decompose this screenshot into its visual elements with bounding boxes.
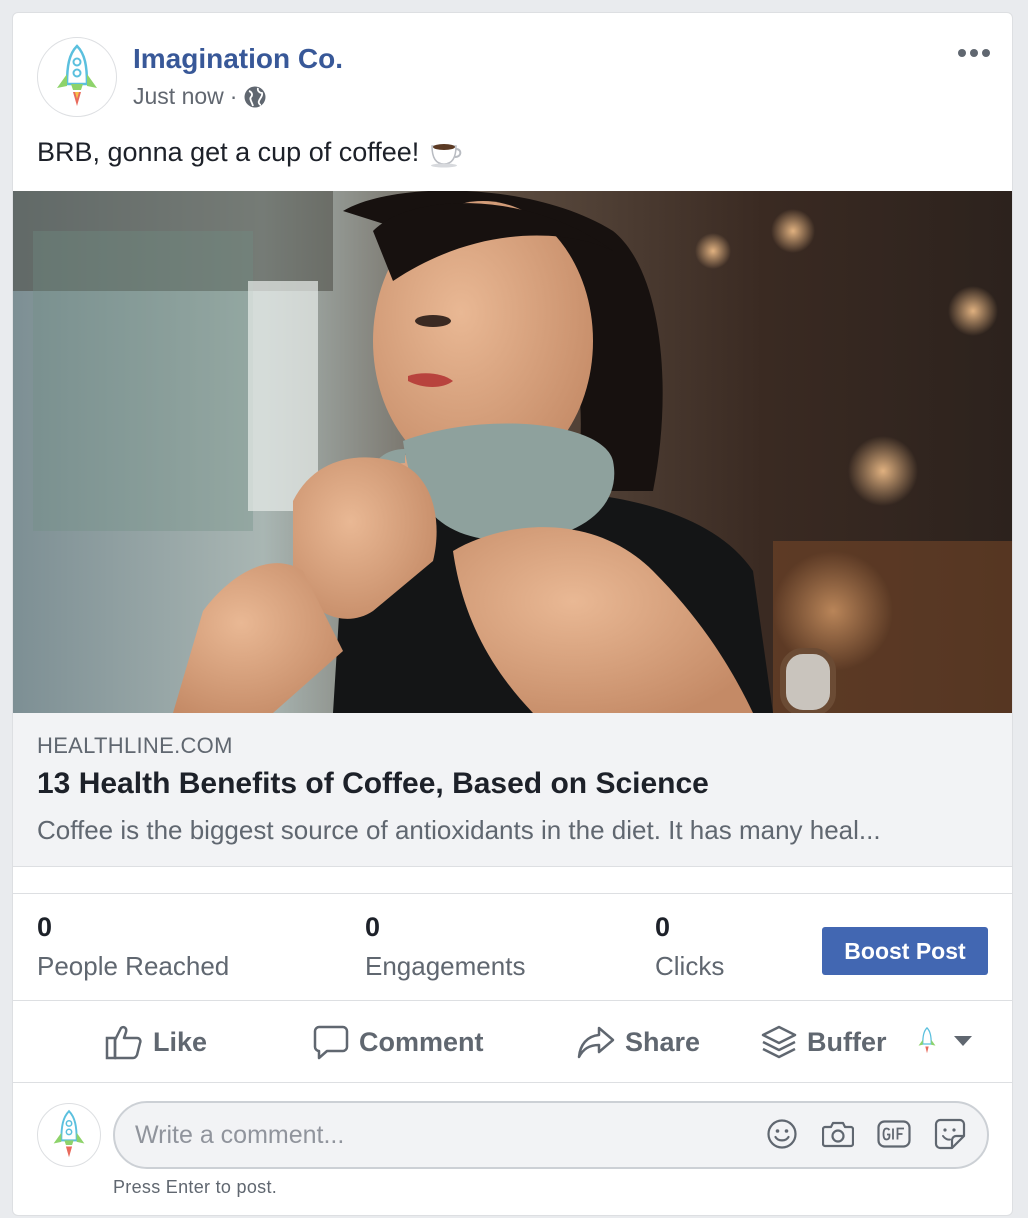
thumbs-up-icon — [105, 1025, 142, 1060]
meta-separator: · — [229, 83, 238, 109]
like-button[interactable]: Like — [105, 1001, 207, 1083]
emoji-button[interactable] — [765, 1117, 799, 1151]
post-actions: Like Comment Share Buffer — [13, 1001, 1012, 1083]
post-message: BRB, gonna get a cup of coffee! — [37, 137, 465, 168]
globe-icon[interactable] — [243, 85, 267, 109]
post-card: Imagination Co. Just now · BRB, gonna ge… — [12, 12, 1013, 1216]
camera-icon — [822, 1121, 854, 1148]
more-horizontal-icon — [958, 49, 990, 57]
boost-post-button[interactable]: Boost Post — [822, 927, 988, 975]
comment-bubble-icon — [313, 1025, 349, 1060]
post-as-selector[interactable] — [916, 1027, 972, 1055]
post-text: BRB, gonna get a cup of coffee! — [37, 137, 420, 167]
link-domain: HEALTHLINE.COM — [37, 733, 233, 758]
more-options-button[interactable] — [954, 39, 994, 67]
buffer-label: Buffer — [807, 1026, 887, 1057]
buffer-button[interactable]: Buffer — [761, 1001, 887, 1083]
stat-people-reached: 0 People Reached — [37, 912, 229, 982]
post-timestamp[interactable]: Just now — [133, 83, 224, 110]
stat-engagements: 0 Engagements — [365, 912, 525, 982]
chevron-down-icon — [954, 1036, 972, 1046]
stat-label: People Reached — [37, 951, 230, 981]
stat-label: Engagements — [365, 951, 526, 981]
stat-value: 0 — [37, 912, 53, 942]
photo-button[interactable] — [821, 1117, 855, 1151]
post-meta: Just now · — [133, 83, 267, 110]
rocket-logo-icon — [53, 1109, 85, 1158]
share-arrow-icon — [577, 1026, 615, 1059]
comment-label: Comment — [359, 1026, 484, 1057]
share-label: Share — [625, 1026, 701, 1057]
buffer-stack-icon — [761, 1025, 797, 1059]
stat-value: 0 — [655, 912, 671, 942]
link-description: Coffee is the biggest source of antioxid… — [37, 815, 881, 845]
smiley-icon — [767, 1119, 797, 1149]
stat-label: Clicks — [655, 951, 725, 981]
sticker-button[interactable] — [933, 1117, 967, 1151]
page-avatar[interactable] — [37, 37, 117, 117]
comment-tools — [765, 1117, 967, 1151]
link-preview-info[interactable]: HEALTHLINE.COM 13 Health Benefits of Cof… — [13, 713, 1012, 867]
rocket-logo-icon — [918, 1027, 936, 1054]
stat-clicks: 0 Clicks — [655, 912, 724, 982]
comment-hint: Press Enter to post. — [113, 1177, 278, 1197]
comment-composer — [113, 1101, 989, 1169]
sticker-icon — [934, 1118, 966, 1150]
woman-holding-coffee-cup-photo — [13, 191, 1012, 713]
page-name-link[interactable]: Imagination Co. — [133, 43, 343, 75]
post-insights: 0 People Reached 0 Engagements 0 Clicks … — [13, 893, 1012, 1001]
coffee-cup-emoji — [431, 143, 462, 167]
comment-button[interactable]: Comment — [313, 1001, 484, 1083]
stat-value: 0 — [365, 912, 381, 942]
link-title[interactable]: 13 Health Benefits of Coffee, Based on S… — [37, 767, 709, 801]
share-button[interactable]: Share — [577, 1001, 700, 1083]
commenter-avatar[interactable] — [37, 1103, 101, 1167]
rocket-logo-icon — [57, 44, 97, 106]
post-header: Imagination Co. Just now · BRB, gonna ge… — [13, 13, 1012, 167]
like-label: Like — [153, 1026, 208, 1057]
gif-button[interactable] — [877, 1117, 911, 1151]
gif-icon — [877, 1120, 911, 1148]
link-preview-image[interactable] — [13, 191, 1012, 713]
comment-input[interactable] — [135, 1103, 735, 1167]
